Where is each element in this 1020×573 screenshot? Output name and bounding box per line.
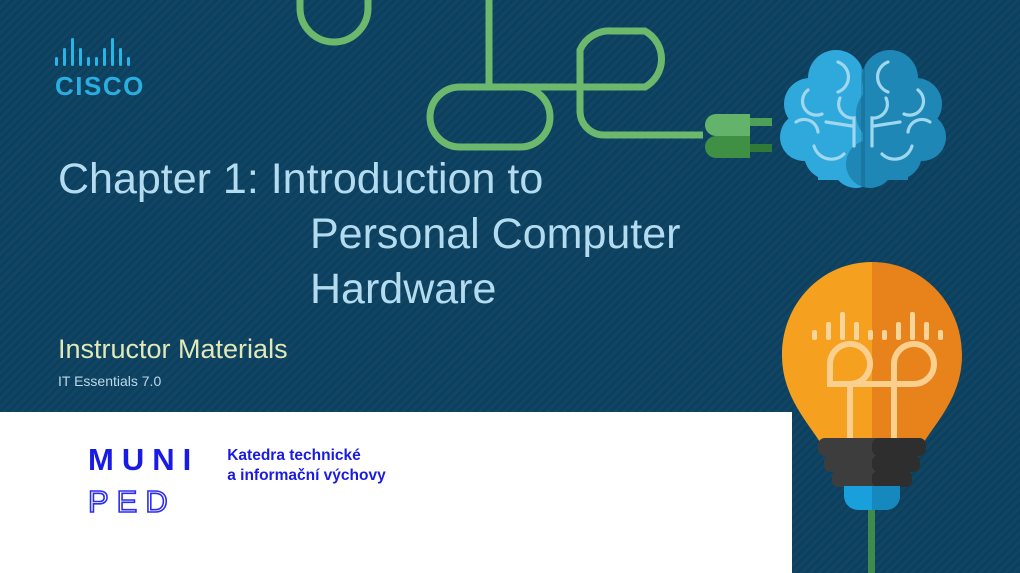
subtitle-text: Instructor Materials bbox=[58, 334, 288, 364]
course-text: IT Essentials 7.0 bbox=[58, 373, 162, 389]
department-line-1: Katedra technické bbox=[227, 447, 361, 464]
page-title: Chapter 1: Introduction to Personal Comp… bbox=[58, 152, 778, 317]
muni-ped-logo: MUNI PED Katedra technické a informační … bbox=[87, 442, 386, 520]
lightbulb-icon bbox=[782, 262, 962, 573]
cisco-bars bbox=[55, 38, 145, 66]
title-line-2: Personal Computer bbox=[310, 210, 681, 258]
title-line-3: Hardware bbox=[310, 265, 497, 313]
ped-wordmark: PED bbox=[87, 484, 176, 520]
department-line-2: a informační výchovy bbox=[227, 467, 386, 484]
muni-wordmark: MUNI bbox=[88, 442, 200, 477]
presentation-slide: CISCO Chapter 1: Introduction to Persona… bbox=[0, 0, 1020, 573]
cisco-wordmark: CISCO bbox=[55, 71, 145, 101]
muni-logo-row: MUNI PED Katedra technické a informační … bbox=[87, 442, 386, 520]
brain-icon bbox=[780, 50, 946, 192]
title-line-1: Chapter 1: Introduction to bbox=[58, 155, 544, 203]
subtitle-block: Instructor Materials IT Essentials 7.0 bbox=[58, 333, 288, 391]
department-name: Katedra technické a informační výchovy bbox=[227, 446, 386, 486]
cisco-logo-icon: CISCO bbox=[55, 38, 145, 102]
muni-letters-block: MUNI PED bbox=[87, 442, 200, 520]
